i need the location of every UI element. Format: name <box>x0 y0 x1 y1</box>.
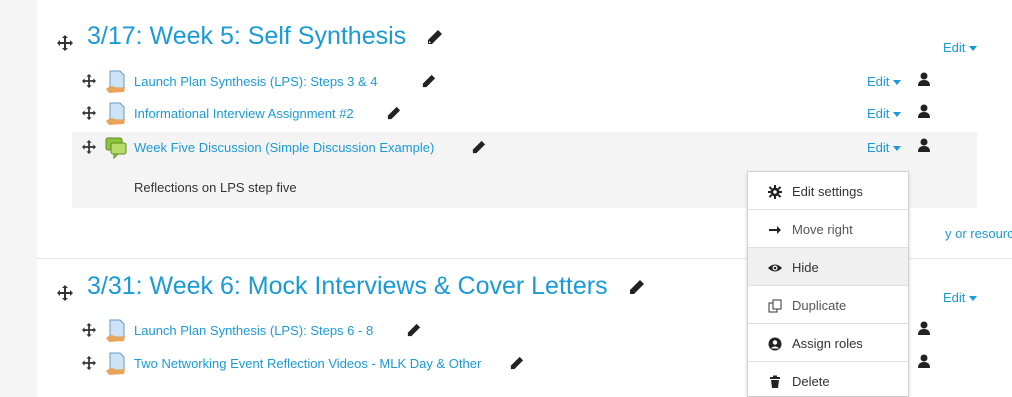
move-icon[interactable] <box>82 323 96 340</box>
menu-item-label[interactable]: Delete <box>792 374 830 389</box>
move-icon[interactable] <box>82 106 96 123</box>
pencil-icon[interactable] <box>422 74 436 93</box>
assignment-icon <box>105 352 127 376</box>
caret-down-icon <box>893 112 902 118</box>
pencil-icon[interactable] <box>510 356 524 375</box>
activity-link[interactable]: Informational Interview Assignment #2 <box>134 106 354 121</box>
section-move-icon[interactable] <box>57 285 73 306</box>
section-title-text[interactable]: 3/17: Week 5: Self Synthesis <box>87 22 406 50</box>
menu-item-label[interactable]: Hide <box>792 260 819 275</box>
assignment-icon <box>105 70 127 94</box>
menu-item-edit-settings[interactable]: Edit settings <box>748 172 908 210</box>
activity-row: Informational Interview Assignment #2 Ed… <box>72 98 977 136</box>
menu-item-delete[interactable]: Delete <box>748 362 908 396</box>
activity-edit-label[interactable]: Edit <box>867 74 889 89</box>
caret-down-icon <box>969 46 978 52</box>
activity-edit-label[interactable]: Edit <box>867 140 889 155</box>
user-circle-icon <box>768 337 782 351</box>
user-icon[interactable] <box>918 138 932 154</box>
add-activity-link[interactable]: y or resource <box>945 226 1012 241</box>
section-edit-menu[interactable]: Edit <box>943 40 978 55</box>
section-title-text[interactable]: 3/31: Week 6: Mock Interviews & Cover Le… <box>87 272 608 300</box>
menu-item-label[interactable]: Move right <box>792 222 853 237</box>
activity-edit-dropdown: Edit settings Move right Hide Duplicate … <box>747 171 909 397</box>
section-title[interactable]: 3/17: Week 5: Self Synthesis <box>87 22 443 52</box>
course-page: 3/17: Week 5: Self Synthesis Edit Launch… <box>0 0 1012 397</box>
section-edit-label[interactable]: Edit <box>943 40 965 55</box>
arrow-right-icon <box>768 223 782 237</box>
gear-icon <box>768 185 782 199</box>
activity-edit-menu[interactable]: Edit <box>867 140 902 155</box>
activity-link[interactable]: Launch Plan Synthesis (LPS): Steps 3 & 4 <box>134 74 378 89</box>
activity-link[interactable]: Launch Plan Synthesis (LPS): Steps 6 - 8 <box>134 323 373 338</box>
eye-icon <box>768 261 782 275</box>
section-edit-menu[interactable]: Edit <box>943 290 978 305</box>
menu-item-label[interactable]: Edit settings <box>792 184 863 199</box>
menu-item-label[interactable]: Duplicate <box>792 298 846 313</box>
activity-link[interactable]: Two Networking Event Reflection Videos -… <box>134 356 481 371</box>
user-icon[interactable] <box>918 104 932 120</box>
move-icon[interactable] <box>82 74 96 91</box>
pencil-icon[interactable] <box>387 106 401 125</box>
section-title[interactable]: 3/31: Week 6: Mock Interviews & Cover Le… <box>87 272 645 302</box>
menu-item-duplicate[interactable]: Duplicate <box>748 286 908 324</box>
section-move-icon[interactable] <box>57 35 73 56</box>
activity-description: Reflections on LPS step five <box>134 180 297 195</box>
menu-item-assign-roles[interactable]: Assign roles <box>748 324 908 362</box>
section-edit-label[interactable]: Edit <box>943 290 965 305</box>
activity-edit-menu[interactable]: Edit <box>867 74 902 89</box>
pencil-icon[interactable] <box>629 273 645 302</box>
pencil-icon[interactable] <box>472 140 486 159</box>
copy-icon <box>768 299 782 313</box>
user-icon[interactable] <box>918 321 932 337</box>
activity-edit-menu[interactable]: Edit <box>867 106 902 121</box>
activity-link[interactable]: Week Five Discussion (Simple Discussion … <box>134 140 434 155</box>
user-icon[interactable] <box>918 354 932 370</box>
caret-down-icon <box>893 80 902 86</box>
user-icon[interactable] <box>918 72 932 88</box>
trash-icon <box>768 375 782 389</box>
move-icon[interactable] <box>82 356 96 373</box>
caret-down-icon <box>969 296 978 302</box>
pencil-icon[interactable] <box>427 23 443 52</box>
assignment-icon <box>105 319 127 343</box>
activity-edit-label[interactable]: Edit <box>867 106 889 121</box>
caret-down-icon <box>893 146 902 152</box>
assignment-icon <box>105 102 127 126</box>
menu-item-label[interactable]: Assign roles <box>792 336 863 351</box>
move-icon[interactable] <box>82 140 96 157</box>
forum-icon <box>105 136 127 160</box>
menu-item-move-right[interactable]: Move right <box>748 210 908 248</box>
pencil-icon[interactable] <box>407 323 421 342</box>
menu-item-hide[interactable]: Hide <box>748 248 908 286</box>
